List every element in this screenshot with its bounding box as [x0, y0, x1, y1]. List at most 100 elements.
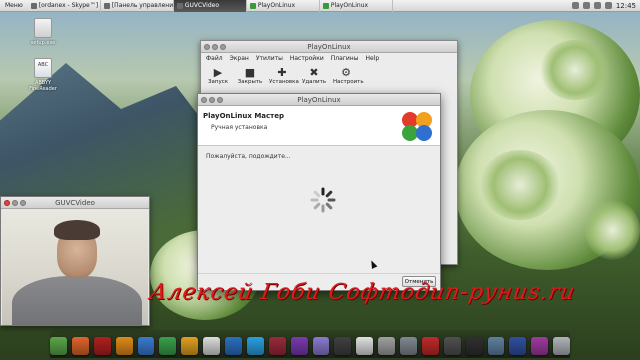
desktop-icon-finereader[interactable]: ABC ABBYY FineReader: [28, 58, 58, 92]
wallpaper-blossom: [585, 200, 640, 260]
menu-tools[interactable]: Утилиты: [256, 55, 283, 62]
terminal-icon[interactable]: [443, 337, 461, 355]
task-label: GUVCVideo: [184, 1, 219, 9]
dock: [50, 330, 570, 358]
guvc-titlebar[interactable]: GUVCVideo: [1, 197, 149, 209]
task-label: [Панель управлени...: [111, 1, 174, 9]
control-panel-icon: [103, 2, 110, 9]
minimize-icon[interactable]: [212, 43, 218, 50]
headphones-icon[interactable]: [531, 337, 549, 355]
monitor-icon[interactable]: [487, 337, 505, 355]
guvcvideo-window: GUVCVideo: [0, 196, 150, 326]
webcam-preview: [2, 210, 148, 325]
chat-icon[interactable]: [509, 337, 527, 355]
menu-plugins[interactable]: Плагины: [331, 55, 359, 62]
menu-file[interactable]: Файл: [206, 55, 223, 62]
webcam-icon[interactable]: [334, 337, 352, 355]
tools-icon[interactable]: [378, 337, 395, 355]
person-body: [12, 276, 142, 325]
maximize-icon[interactable]: [217, 96, 223, 103]
document-icon: ABC: [34, 58, 52, 78]
menu-help[interactable]: Help: [365, 55, 379, 62]
tool-label: Установка: [269, 79, 299, 85]
video-icon[interactable]: [290, 337, 308, 355]
watermark: Алексей Гоби Софтодип-руниs.ru: [147, 280, 578, 305]
network-icon[interactable]: [571, 2, 579, 9]
top-panel: Меню [ordanex - Skype™] [Панель управлен…: [0, 0, 640, 12]
firefox-icon[interactable]: [71, 337, 89, 355]
menu-settings[interactable]: Настройки: [290, 55, 324, 62]
taskbar: [ordanex - Skype™] [Панель управлени... …: [28, 0, 393, 12]
playonlinux-wizard-dialog: PlayOnLinux PlayOnLinux Мастер Ручная ус…: [197, 93, 441, 291]
run-button[interactable]: ▶ Запуск: [205, 66, 231, 85]
document-icon[interactable]: [203, 337, 220, 355]
configure-button[interactable]: ⚙ Настроить: [333, 66, 364, 85]
skype-icon[interactable]: [246, 337, 264, 355]
keyboard-layout-icon[interactable]: [593, 2, 601, 9]
system-tray: 12:45: [571, 2, 640, 10]
playonlinux-icon: [322, 2, 329, 9]
remove-icon: ✖: [309, 66, 319, 79]
task-control-panel[interactable]: [Панель управлени...: [101, 0, 174, 12]
spreadsheet-icon[interactable]: [159, 337, 177, 355]
tool-label: Удалить: [301, 79, 327, 85]
task-label: PlayOnLinux: [330, 1, 369, 9]
mail-icon[interactable]: [604, 2, 612, 9]
task-guvcvideo[interactable]: GUVCVideo: [173, 0, 247, 12]
mail-icon[interactable]: [225, 337, 242, 355]
task-playonlinux-2[interactable]: PlayOnLinux: [320, 0, 393, 12]
task-label: PlayOnLinux: [257, 1, 296, 9]
settings-icon[interactable]: [400, 337, 417, 355]
menu-view[interactable]: Экран: [230, 55, 249, 62]
playonlinux-icon: [249, 2, 256, 9]
stop-icon: ■: [244, 66, 256, 79]
playonlinux-logo-icon: [402, 112, 432, 141]
wizard-message: Пожалуйста, подождите...: [206, 153, 291, 160]
camera-icon: [176, 2, 183, 9]
maximize-icon[interactable]: [20, 199, 26, 206]
toolbar: ▶ Запуск ■ Закрыть ✚ Установка ✖ Удалить…: [201, 64, 457, 87]
task-playonlinux[interactable]: PlayOnLinux: [247, 0, 320, 12]
person-hair: [54, 220, 100, 240]
gear-icon: ⚙: [341, 66, 351, 79]
installer-icon: [34, 18, 52, 38]
clementine-icon[interactable]: [115, 337, 133, 355]
clock[interactable]: 12:45: [616, 2, 636, 10]
wine-icon[interactable]: [268, 337, 286, 355]
titlebar[interactable]: PlayOnLinux: [201, 41, 457, 53]
desktop-icon-label: setup.exe: [30, 40, 56, 46]
loading-spinner-icon: [310, 187, 336, 213]
close-app-button[interactable]: ■ Закрыть: [237, 66, 263, 85]
main-menu-button[interactable]: Меню: [0, 0, 28, 12]
window-title: PlayOnLinux: [307, 42, 351, 51]
filezilla-icon[interactable]: [421, 337, 439, 355]
pidgin-icon[interactable]: [312, 337, 330, 355]
remove-button[interactable]: ✖ Удалить: [301, 66, 327, 85]
anchor-icon[interactable]: [50, 337, 67, 355]
minimize-icon[interactable]: [12, 199, 18, 206]
task-skype[interactable]: [ordanex - Skype™]: [28, 0, 101, 12]
close-icon[interactable]: [201, 96, 207, 103]
media-icon[interactable]: [93, 337, 111, 355]
tool-label: Закрыть: [237, 79, 263, 85]
wizard-titlebar[interactable]: PlayOnLinux: [198, 94, 440, 106]
music-icon[interactable]: [356, 337, 374, 355]
desktop-icon-setup[interactable]: setup.exe: [28, 18, 58, 46]
skype-icon: [30, 2, 37, 9]
play-icon: ▶: [213, 66, 223, 79]
office-doc-icon[interactable]: [137, 337, 155, 355]
close-icon[interactable]: [4, 199, 10, 206]
wallpaper-blossom: [480, 150, 560, 220]
menubar: Файл Экран Утилиты Настройки Плагины Hel…: [201, 53, 457, 64]
presentation-icon[interactable]: [181, 337, 199, 355]
close-icon[interactable]: [204, 43, 210, 50]
volume-icon[interactable]: [582, 2, 590, 9]
maximize-icon[interactable]: [220, 43, 226, 50]
trash-icon[interactable]: [553, 337, 570, 355]
install-button[interactable]: ✚ Установка: [269, 66, 299, 85]
minimize-icon[interactable]: [209, 96, 215, 103]
task-label: [ordanex - Skype™]: [38, 1, 99, 9]
player-icon[interactable]: [465, 337, 483, 355]
desktop-icon-label: ABBYY FineReader: [29, 80, 57, 92]
window-controls: [1, 199, 26, 206]
